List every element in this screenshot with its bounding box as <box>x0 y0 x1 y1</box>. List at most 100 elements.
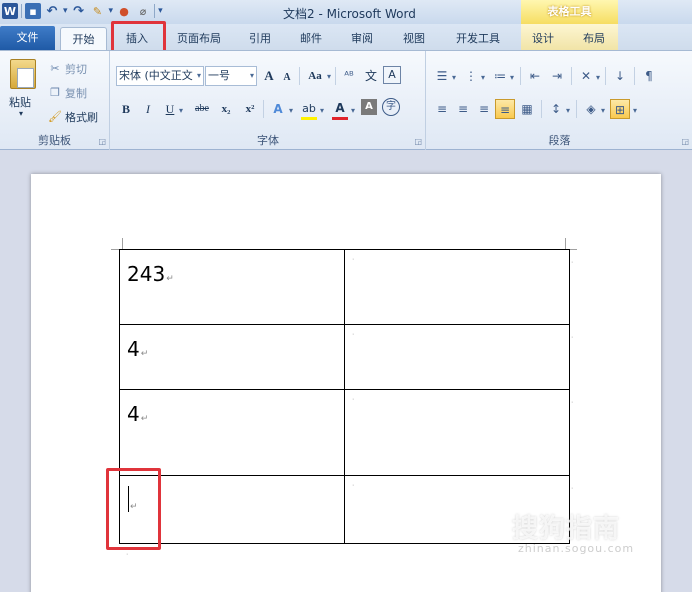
grow-font-button[interactable]: A <box>262 66 276 86</box>
character-border-icon[interactable]: A <box>383 66 401 84</box>
table-row: ↵ ᐧ <box>119 475 570 544</box>
underline-button[interactable]: U <box>163 99 177 119</box>
eraser-icon[interactable]: ⌀ <box>135 3 151 19</box>
scissors-icon: ✂ <box>50 62 60 75</box>
paragraph-mark: ↵ <box>140 414 149 424</box>
font-size-value: 一号 <box>208 69 230 82</box>
text-effects-dropdown-icon[interactable]: ▾ <box>289 106 293 115</box>
paste-dropdown-icon[interactable]: ▾ <box>19 109 23 118</box>
tab-view[interactable]: 视图 <box>395 27 433 50</box>
separator <box>541 100 542 118</box>
clear-format-icon[interactable]: ᴬᴮ <box>339 66 359 86</box>
table-cell[interactable]: 4↵ <box>119 324 345 390</box>
copy-button[interactable]: ❐ 复制 <box>48 85 87 101</box>
cell-text: 243↵ <box>127 262 174 286</box>
tab-review[interactable]: 审阅 <box>343 27 381 50</box>
shading-icon[interactable]: ◈ <box>581 99 601 119</box>
font-color-icon[interactable]: A <box>330 98 350 118</box>
table-cell[interactable]: ᐧ <box>344 389 570 476</box>
superscript-button[interactable]: x² <box>241 99 259 119</box>
paragraph-launcher-icon[interactable]: ◲ <box>681 137 689 146</box>
font-group: 宋体 (中文正文 ▾ 一号 ▾ A A Aa ▾ ᴬᴮ 文 A B I U ▾ … <box>111 51 426 150</box>
line-spacing-icon[interactable]: ↕ <box>546 99 566 119</box>
tab-references[interactable]: 引用 <box>241 27 279 50</box>
paragraph-end-mark: ᐧ <box>126 550 129 559</box>
chinese-layout-icon[interactable]: ✕ <box>576 66 596 86</box>
numbering-icon[interactable]: ⋮ <box>461 66 481 86</box>
bold-button[interactable]: B <box>119 99 133 119</box>
format-painter-button[interactable]: 🖌 格式刷 <box>48 109 98 125</box>
shading-dropdown-icon[interactable]: ▾ <box>601 106 605 115</box>
align-right-icon[interactable]: ≡ <box>474 99 494 119</box>
change-case-dropdown-icon[interactable]: ▾ <box>327 72 331 81</box>
justify-icon[interactable]: ≡ <box>495 99 515 119</box>
customize-qat-icon[interactable]: ▾ <box>158 6 163 16</box>
clipboard-launcher-icon[interactable]: ◲ <box>98 137 106 146</box>
document-table[interactable]: 243↵ ᐧ 4↵ ᐧ 4↵ ᐧ ↵ ᐧ <box>119 249 570 544</box>
numbering-dropdown-icon[interactable]: ▾ <box>481 73 485 82</box>
tab-table-layout[interactable]: 布局 <box>575 27 613 50</box>
color-icon[interactable]: ● <box>116 3 132 19</box>
qat-dropdown-icon[interactable]: ▾ <box>109 6 114 16</box>
undo-dropdown-icon[interactable]: ▾ <box>63 6 68 16</box>
font-launcher-icon[interactable]: ◲ <box>414 137 422 146</box>
tab-table-design[interactable]: 设计 <box>524 27 562 50</box>
phonetic-guide-icon[interactable]: 文 <box>361 66 381 86</box>
font-color-dropdown-icon[interactable]: ▾ <box>351 106 355 115</box>
text-effects-icon[interactable]: A <box>268 99 288 119</box>
character-shading-icon[interactable]: A <box>361 99 377 115</box>
paste-button[interactable]: 粘贴 <box>9 94 31 110</box>
tab-developer[interactable]: 开发工具 <box>446 27 510 50</box>
font-name-value: 宋体 (中文正文 <box>119 69 193 82</box>
multilevel-dropdown-icon[interactable]: ▾ <box>510 73 514 82</box>
font-name-combo[interactable]: 宋体 (中文正文 ▾ <box>116 66 204 86</box>
save-icon[interactable]: ▪ <box>25 3 41 19</box>
paste-icon[interactable] <box>10 59 36 89</box>
table-cell[interactable]: ᐧ <box>344 249 570 325</box>
redo-icon[interactable]: ↷ <box>71 3 87 19</box>
shrink-font-button[interactable]: A <box>281 68 293 88</box>
distributed-icon[interactable]: ▦ <box>517 99 537 119</box>
bullets-dropdown-icon[interactable]: ▾ <box>452 73 456 82</box>
increase-indent-icon[interactable]: ⇥ <box>547 66 567 86</box>
tab-page-layout[interactable]: 页面布局 <box>170 27 228 50</box>
show-marks-icon[interactable]: ¶ <box>639 66 659 86</box>
table-cell[interactable]: 243↵ <box>119 249 345 325</box>
chevron-down-icon: ▾ <box>249 71 254 80</box>
copy-icon: ❐ <box>50 86 60 99</box>
multilevel-list-icon[interactable]: ≔ <box>490 66 510 86</box>
table-cell[interactable]: ᐧ <box>344 324 570 390</box>
sort-icon[interactable]: ↓ <box>610 66 630 86</box>
chinese-layout-dropdown-icon[interactable]: ▾ <box>596 73 600 82</box>
decrease-indent-icon[interactable]: ⇤ <box>525 66 545 86</box>
font-size-combo[interactable]: 一号 ▾ <box>205 66 257 86</box>
italic-button[interactable]: I <box>141 99 155 119</box>
borders-dropdown-icon[interactable]: ▾ <box>633 106 637 115</box>
brush-icon: 🖌 <box>48 110 62 123</box>
bullets-icon[interactable]: ☰ <box>432 66 452 86</box>
highlight-dropdown-icon[interactable]: ▾ <box>320 106 324 115</box>
borders-icon[interactable]: ⊞ <box>610 99 630 119</box>
paragraph-mark: ↵ <box>140 349 149 359</box>
tab-mailings[interactable]: 邮件 <box>292 27 330 50</box>
change-case-button[interactable]: Aa <box>304 66 326 86</box>
align-center-icon[interactable]: ≡ <box>453 99 473 119</box>
table-tools-context-label: 表格工具 <box>521 0 618 24</box>
word-icon[interactable]: W <box>2 3 18 19</box>
underline-dropdown-icon[interactable]: ▾ <box>179 106 183 115</box>
table-cell[interactable]: 4↵ <box>119 389 345 476</box>
align-left-icon[interactable]: ≡ <box>432 99 452 119</box>
separator <box>634 67 635 85</box>
tab-file[interactable]: 文件 <box>0 26 55 50</box>
subscript-button[interactable]: x₂ <box>217 99 235 119</box>
highlight-icon[interactable]: ab <box>299 99 319 119</box>
separator <box>576 100 577 118</box>
cut-button[interactable]: ✂ 剪切 <box>48 61 87 77</box>
undo-icon[interactable]: ↶ <box>44 3 60 19</box>
format-painter-icon[interactable]: ✎ <box>90 3 106 19</box>
tab-home[interactable]: 开始 <box>60 27 107 50</box>
enclose-characters-icon[interactable]: 字 <box>382 98 400 116</box>
line-spacing-dropdown-icon[interactable]: ▾ <box>566 106 570 115</box>
separator <box>605 67 606 85</box>
strikethrough-button[interactable]: abe <box>191 99 213 119</box>
